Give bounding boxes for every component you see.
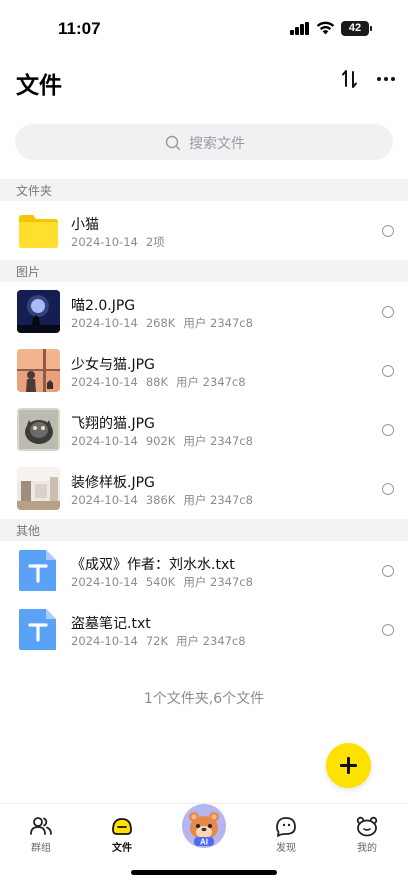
list-item[interactable]: 飞翔的猫.JPG 2024-10-14 902K 用户 2347c8 — [0, 400, 408, 459]
select-radio[interactable] — [382, 483, 394, 495]
file-summary: 1个文件夹,6个文件 — [143, 691, 265, 707]
file-icon — [112, 818, 132, 835]
list-item[interactable]: 喵2.0.JPG 2024-10-14 268K 用户 2347c8 — [0, 282, 408, 341]
file-name: 喵2.0.JPG — [71, 298, 136, 314]
folder-icon — [19, 215, 58, 248]
select-radio[interactable] — [382, 365, 394, 377]
group-icon — [30, 817, 52, 835]
list-item[interactable]: 盗墓笔记.txt 2024-10-14 72K 用户 2347c8 — [0, 600, 408, 659]
tab-groups[interactable]: 群组 — [11, 804, 71, 856]
list-item[interactable]: 装修样板.JPG 2024-10-14 386K 用户 2347c8 — [0, 459, 408, 518]
select-radio[interactable] — [382, 424, 394, 436]
file-name: 《成双》作者：刘水水.txt — [71, 557, 235, 573]
section-header-others: 其他 — [0, 519, 408, 541]
search-placeholder: 搜索文件 — [189, 136, 245, 152]
file-meta: 2024-10-14 72K 用户 2347c8 — [71, 634, 246, 648]
page-title: 文件 — [16, 73, 62, 99]
tab-ai[interactable]: AI — [182, 804, 226, 848]
search-input[interactable]: 搜索文件 — [15, 124, 393, 160]
list-item[interactable]: 少女与猫.JPG 2024-10-14 88K 用户 2347c8 — [0, 341, 408, 400]
file-meta: 2024-10-14 902K 用户 2347c8 — [71, 434, 253, 448]
file-name: 飞翔的猫.JPG — [71, 416, 155, 432]
night-cat-thumbnail — [17, 290, 60, 333]
select-radio[interactable] — [382, 565, 394, 577]
flying-cat-thumbnail — [17, 408, 60, 451]
section-header-folders: 文件夹 — [0, 179, 408, 201]
interior-thumbnail — [17, 467, 60, 510]
tab-discover[interactable]: 发现 — [256, 804, 316, 856]
file-meta: 2024-10-14 88K 用户 2347c8 — [71, 375, 246, 389]
section-label: 文件夹 — [16, 184, 53, 198]
tab-files[interactable]: 文件 — [92, 804, 152, 856]
file-meta: 2024-10-14 540K 用户 2347c8 — [71, 575, 253, 589]
section-label: 其他 — [16, 524, 41, 538]
txt-file-icon — [19, 609, 56, 650]
add-button[interactable] — [326, 743, 371, 788]
folder-meta: 2024-10-14 2项 — [71, 235, 165, 249]
signal-icon — [290, 22, 310, 35]
tab-label: 文件 — [112, 843, 132, 854]
girl-cat-thumbnail — [17, 349, 60, 392]
status-time: 11:07 — [58, 19, 101, 38]
tab-label: 群组 — [31, 843, 51, 854]
profile-icon — [356, 816, 378, 837]
file-name: 少女与猫.JPG — [71, 357, 155, 373]
folder-name: 小猫 — [71, 217, 99, 233]
status-bar: 11:07 42 — [0, 0, 408, 58]
svg-text:AI: AI — [200, 838, 208, 847]
tab-label: 我的 — [357, 843, 377, 854]
select-radio[interactable] — [382, 306, 394, 318]
discover-icon — [276, 817, 296, 837]
battery-icon: 42 — [341, 21, 372, 36]
tab-label: 发现 — [276, 843, 296, 854]
search-icon — [165, 135, 181, 151]
txt-file-icon — [19, 550, 56, 591]
section-label: 图片 — [16, 265, 41, 279]
home-indicator — [131, 870, 277, 875]
list-item[interactable]: 《成双》作者：刘水水.txt 2024-10-14 540K 用户 2347c8 — [0, 541, 408, 600]
ai-bear-icon: AI — [182, 804, 226, 848]
file-meta: 2024-10-14 268K 用户 2347c8 — [71, 316, 253, 330]
file-name: 盗墓笔记.txt — [71, 616, 151, 632]
tab-profile[interactable]: 我的 — [337, 804, 397, 856]
file-meta: 2024-10-14 386K 用户 2347c8 — [71, 493, 253, 507]
wifi-icon — [316, 21, 335, 35]
more-icon[interactable] — [374, 67, 398, 91]
select-radio[interactable] — [382, 624, 394, 636]
file-name: 装修样板.JPG — [71, 475, 155, 491]
list-item[interactable]: 小猫 2024-10-14 2项 — [0, 201, 408, 260]
sort-icon[interactable] — [338, 67, 362, 91]
header: 文件 — [0, 58, 408, 102]
section-header-images: 图片 — [0, 260, 408, 282]
select-radio[interactable] — [382, 225, 394, 237]
